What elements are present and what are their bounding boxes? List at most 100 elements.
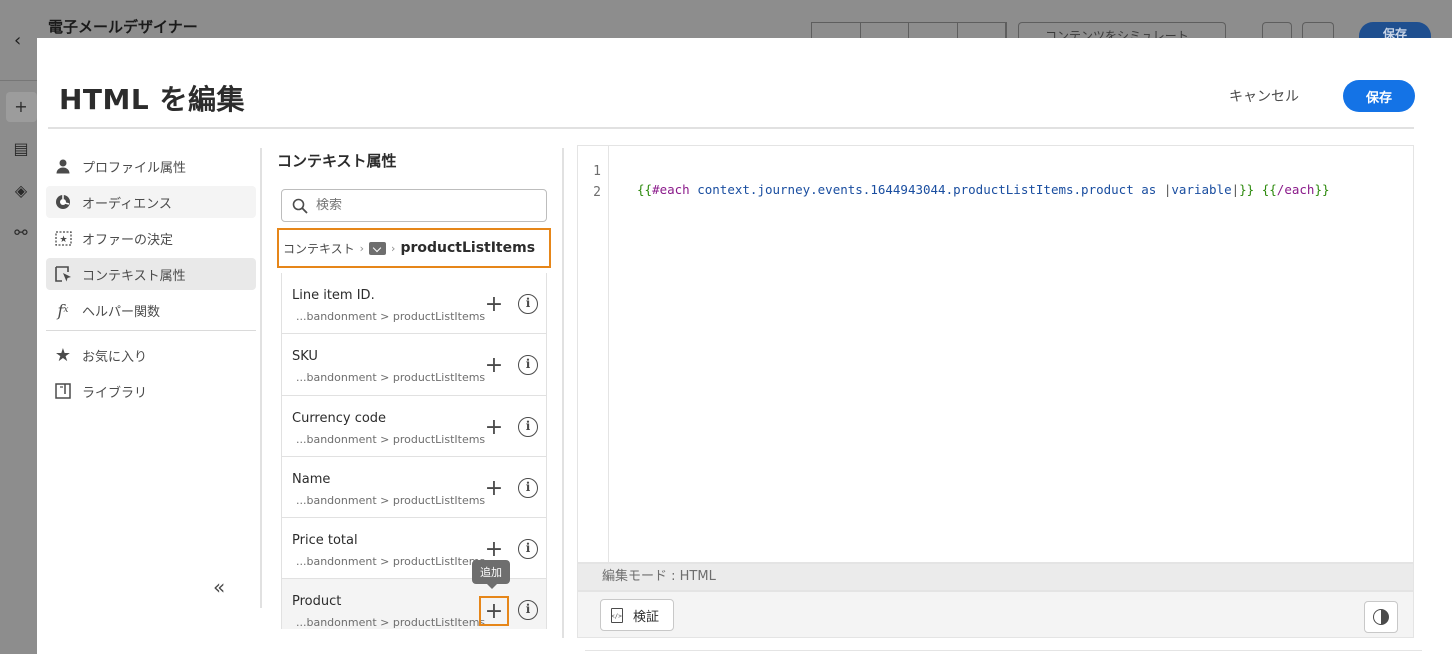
list-item[interactable]: SKU ...bandonment > productListItems + i	[282, 334, 546, 396]
list-item[interactable]: Product ...bandonment > productListItems…	[282, 579, 546, 629]
attribute-path: ...bandonment > productListItems	[296, 493, 486, 507]
editor-footer: 検証	[577, 591, 1414, 638]
add-icon[interactable]: +	[479, 596, 509, 627]
code-token: #each	[652, 182, 690, 197]
attribute-name: SKU	[292, 349, 318, 365]
add-icon[interactable]: +	[479, 290, 509, 320]
code-token: {{	[1261, 182, 1277, 197]
svg-text:★: ★	[59, 235, 67, 245]
assets-icon: ▤	[13, 139, 29, 158]
info-icon[interactable]: i	[518, 416, 538, 437]
background-save-button: 保存	[1359, 22, 1431, 38]
theme-toggle-button[interactable]	[1364, 601, 1398, 633]
nav-item-offer-decisions[interactable]: ★ オファーの決定	[46, 222, 256, 254]
nav-item-contextual-attributes[interactable]: コンテキスト属性	[46, 258, 256, 290]
attribute-path: ...bandonment > productListItems	[296, 432, 486, 446]
attribute-name: Product	[292, 594, 342, 610]
attribute-name: Name	[292, 471, 331, 487]
list-item[interactable]: Currency code ...bandonment > productLis…	[282, 395, 546, 457]
code-token: |	[1231, 182, 1240, 197]
info-icon[interactable]: i	[518, 600, 538, 621]
view-toolbar	[811, 22, 1007, 38]
nav-item-library[interactable]: ライブラリ	[46, 375, 256, 407]
modal-title: HTML を編集	[59, 83, 245, 116]
nav-item-favorites[interactable]: ★ お気に入り	[46, 339, 256, 371]
edit-mode-label: 編集モード : HTML	[577, 563, 1414, 591]
attribute-path: ...bandonment > productListItems	[296, 616, 486, 629]
breadcrumb-root[interactable]: コンテキスト	[283, 240, 355, 257]
code-token: as	[1141, 182, 1157, 197]
collapse-panel-button[interactable]: «	[213, 575, 225, 599]
search-icon	[292, 198, 308, 214]
nav-item-profile-attributes[interactable]: プロファイル属性	[46, 150, 256, 182]
left-nav: プロファイル属性 オーディエンス ★ オファーの決定 コンテキスト属性 fx ヘ…	[46, 150, 256, 411]
validate-button[interactable]: 検証	[600, 599, 674, 631]
layers-icon: ◈	[14, 181, 28, 200]
contextual-attributes-icon	[54, 265, 72, 283]
panel-divider	[260, 148, 262, 608]
code-token: {{	[637, 182, 653, 197]
contextual-attributes-title: コンテキスト属性	[277, 152, 397, 170]
more-button	[1302, 22, 1334, 38]
attribute-name: Currency code	[292, 410, 387, 426]
code-line[interactable]: {{#each context.journey.events.164494304…	[637, 182, 1330, 197]
add-icon[interactable]: +	[479, 413, 509, 443]
undo-button	[1262, 22, 1292, 38]
audience-icon	[54, 193, 72, 211]
add-icon[interactable]: +	[479, 351, 509, 381]
breadcrumb-current: productListItems	[400, 240, 536, 256]
bottom-edge	[585, 650, 1422, 654]
code-editor[interactable]: 1 2 {{#each context.journey.events.16449…	[577, 145, 1414, 563]
code-file-icon	[611, 607, 623, 623]
nav-item-label: プロファイル属性	[82, 160, 187, 176]
breadcrumb: コンテキスト › › productListItems	[277, 228, 551, 268]
nav-item-label: オファーの決定	[82, 232, 174, 248]
info-icon[interactable]: i	[518, 539, 538, 560]
attribute-path: ...bandonment > productListItems	[296, 310, 486, 323]
code-token: context.journey.events.1644943044.produc…	[697, 182, 1134, 197]
attribute-path: ...bandonment > productListItems	[296, 555, 486, 569]
attribute-path: ...bandonment > productListItems	[296, 371, 486, 385]
validate-label: 検証	[633, 609, 660, 625]
folder-icon[interactable]	[369, 241, 387, 255]
line-number: 1	[593, 164, 601, 179]
add-icon[interactable]: +	[479, 474, 509, 504]
info-icon[interactable]: i	[518, 355, 538, 376]
nav-item-helper-functions[interactable]: fx ヘルパー関数	[46, 294, 256, 326]
info-icon[interactable]: i	[518, 294, 538, 314]
search-field[interactable]	[281, 189, 547, 222]
code-token: }}	[1314, 182, 1330, 197]
function-icon: fx	[57, 300, 69, 320]
edit-html-modal: HTML を編集 キャンセル 保存 プロファイル属性 オーディエンス ★ オファ…	[37, 38, 1452, 654]
rail-divider	[0, 80, 37, 81]
code-token: variable	[1171, 182, 1232, 197]
info-icon[interactable]: i	[518, 477, 538, 498]
nav-divider	[46, 330, 256, 331]
nav-item-label: ライブラリ	[82, 385, 148, 401]
panel-divider	[562, 148, 564, 638]
nav-item-label: お気に入り	[82, 349, 148, 365]
add-tooltip: 追加	[472, 560, 510, 589]
save-button[interactable]: 保存	[1343, 80, 1415, 112]
nav-item-audiences[interactable]: オーディエンス	[46, 186, 256, 218]
header-divider	[48, 127, 1414, 129]
back-chevron-icon: ‹	[14, 30, 22, 51]
line-number: 2	[593, 185, 601, 200]
nav-item-label: ヘルパー関数	[82, 304, 161, 320]
chevron-right-icon: ›	[359, 241, 365, 255]
contrast-icon	[1373, 609, 1389, 625]
nav-item-label: コンテキスト属性	[82, 268, 186, 284]
attribute-name: Price total	[292, 533, 358, 549]
search-input[interactable]	[316, 198, 536, 213]
user-icon	[54, 157, 72, 175]
cancel-button[interactable]: キャンセル	[1229, 84, 1299, 108]
library-icon	[54, 382, 72, 400]
offer-decision-icon: ★	[54, 229, 72, 247]
star-icon: ★	[54, 344, 72, 366]
list-item[interactable]: Name ...bandonment > productListItems + …	[282, 456, 546, 519]
link-icon: ⚯	[14, 223, 28, 242]
simulate-content-button: コンテンツをシミュレート	[1018, 22, 1226, 38]
app-title: 電子メールデザイナー	[48, 18, 198, 36]
code-token: /each	[1276, 182, 1315, 197]
list-item[interactable]: Line item ID. ...bandonment > productLis…	[282, 273, 546, 335]
